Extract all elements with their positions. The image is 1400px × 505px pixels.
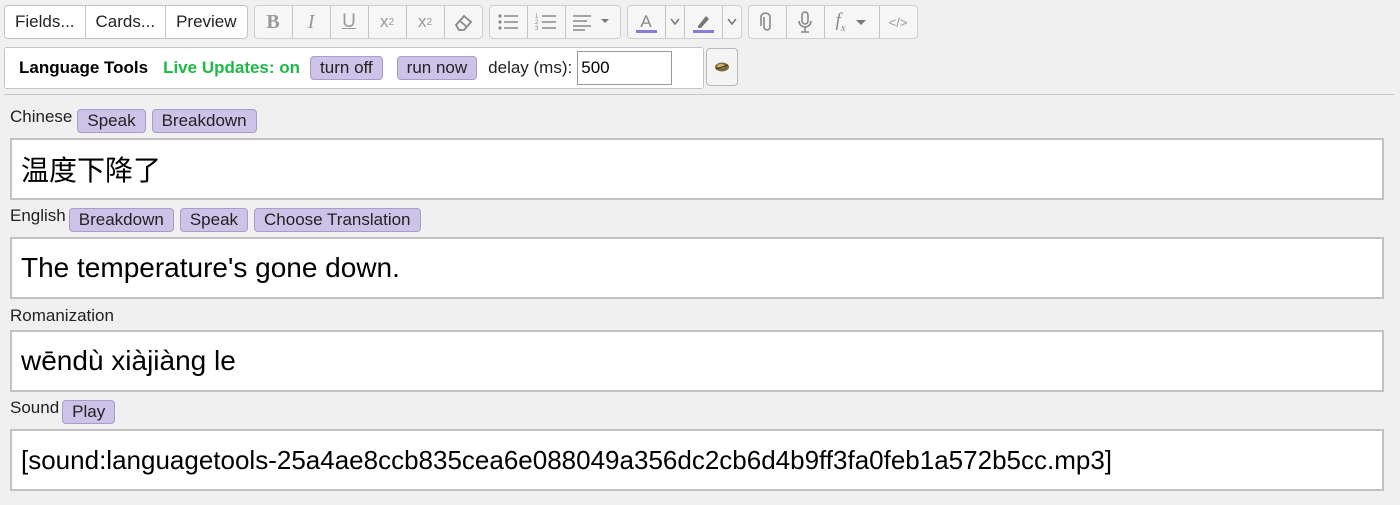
field-name-romanization: Romanization xyxy=(10,306,114,325)
attachment-icon[interactable] xyxy=(749,6,787,38)
cards-button[interactable]: Cards... xyxy=(86,6,167,38)
chinese-speak-button[interactable]: Speak xyxy=(77,109,146,133)
subscript-icon[interactable]: x2 xyxy=(407,6,445,38)
align-icon[interactable] xyxy=(566,6,620,38)
sound-field-input[interactable]: [sound:languagetools-25a4ae8ccb835cea6e0… xyxy=(10,429,1384,491)
media-group: fx </> xyxy=(747,5,918,39)
microphone-icon[interactable] xyxy=(787,6,825,38)
superscript-icon[interactable]: x2 xyxy=(369,6,407,38)
turn-off-button[interactable]: turn off xyxy=(310,56,383,80)
highlight-dropdown-icon[interactable] xyxy=(723,6,741,38)
field-name-chinese: Chinese xyxy=(10,107,73,126)
field-name-sound: Sound xyxy=(10,398,60,417)
bold-icon[interactable]: B xyxy=(255,6,293,38)
editor-toolbar: Fields... Cards... Preview B I U x2 x2 1… xyxy=(4,5,924,39)
fields-button[interactable]: Fields... xyxy=(5,6,86,38)
toolbar-divider xyxy=(4,94,1394,95)
numbered-list-icon[interactable]: 123 xyxy=(528,6,566,38)
language-tools-title: Language Tools xyxy=(19,58,149,77)
preview-button[interactable]: Preview xyxy=(166,6,246,38)
field-header-chinese: Chinese Speak Breakdown xyxy=(10,107,257,133)
sound-play-button[interactable]: Play xyxy=(62,400,116,424)
bullet-list-icon[interactable] xyxy=(490,6,528,38)
formula-icon[interactable]: fx xyxy=(825,6,880,38)
english-speak-button[interactable]: Speak xyxy=(179,208,249,232)
svg-text:3: 3 xyxy=(535,26,539,31)
note-actions-group: Fields... Cards... Preview xyxy=(4,5,248,39)
text-color-icon[interactable]: A xyxy=(628,6,666,38)
field-name-english: English xyxy=(10,206,66,225)
field-header-romanization: Romanization xyxy=(10,306,114,326)
delay-label: delay (ms): xyxy=(488,58,573,77)
format-group: B I U x2 x2 xyxy=(253,5,483,39)
italic-icon[interactable]: I xyxy=(293,6,331,38)
choose-translation-button[interactable]: Choose Translation xyxy=(254,208,421,232)
html-editor-icon[interactable]: </> xyxy=(880,6,917,38)
english-breakdown-button[interactable]: Breakdown xyxy=(68,208,174,232)
eraser-icon[interactable] xyxy=(445,6,482,38)
chinese-breakdown-button[interactable]: Breakdown xyxy=(151,109,257,133)
text-color-dropdown-icon[interactable] xyxy=(666,6,685,38)
language-tools-settings-button[interactable] xyxy=(706,48,738,86)
chinese-field-input[interactable]: 温度下降了 xyxy=(10,138,1384,200)
color-group: A xyxy=(626,5,742,39)
highlight-icon[interactable] xyxy=(685,6,723,38)
field-header-english: English Breakdown Speak Choose Translati… xyxy=(10,206,421,232)
live-updates-status: Live Updates: on xyxy=(163,58,301,77)
run-now-button[interactable]: run now xyxy=(396,56,478,80)
english-field-input[interactable]: The temperature's gone down. xyxy=(10,237,1384,299)
delay-input[interactable] xyxy=(577,51,673,85)
language-tools-bar: Language Tools Live Updates: on turn off… xyxy=(4,47,704,89)
underline-icon[interactable]: U xyxy=(331,6,369,38)
tool-icon xyxy=(715,62,729,72)
romanization-field-input[interactable]: wēndù xiàjiàng le xyxy=(10,330,1384,392)
field-header-sound: Sound Play xyxy=(10,398,116,424)
list-group: 123 xyxy=(488,5,621,39)
